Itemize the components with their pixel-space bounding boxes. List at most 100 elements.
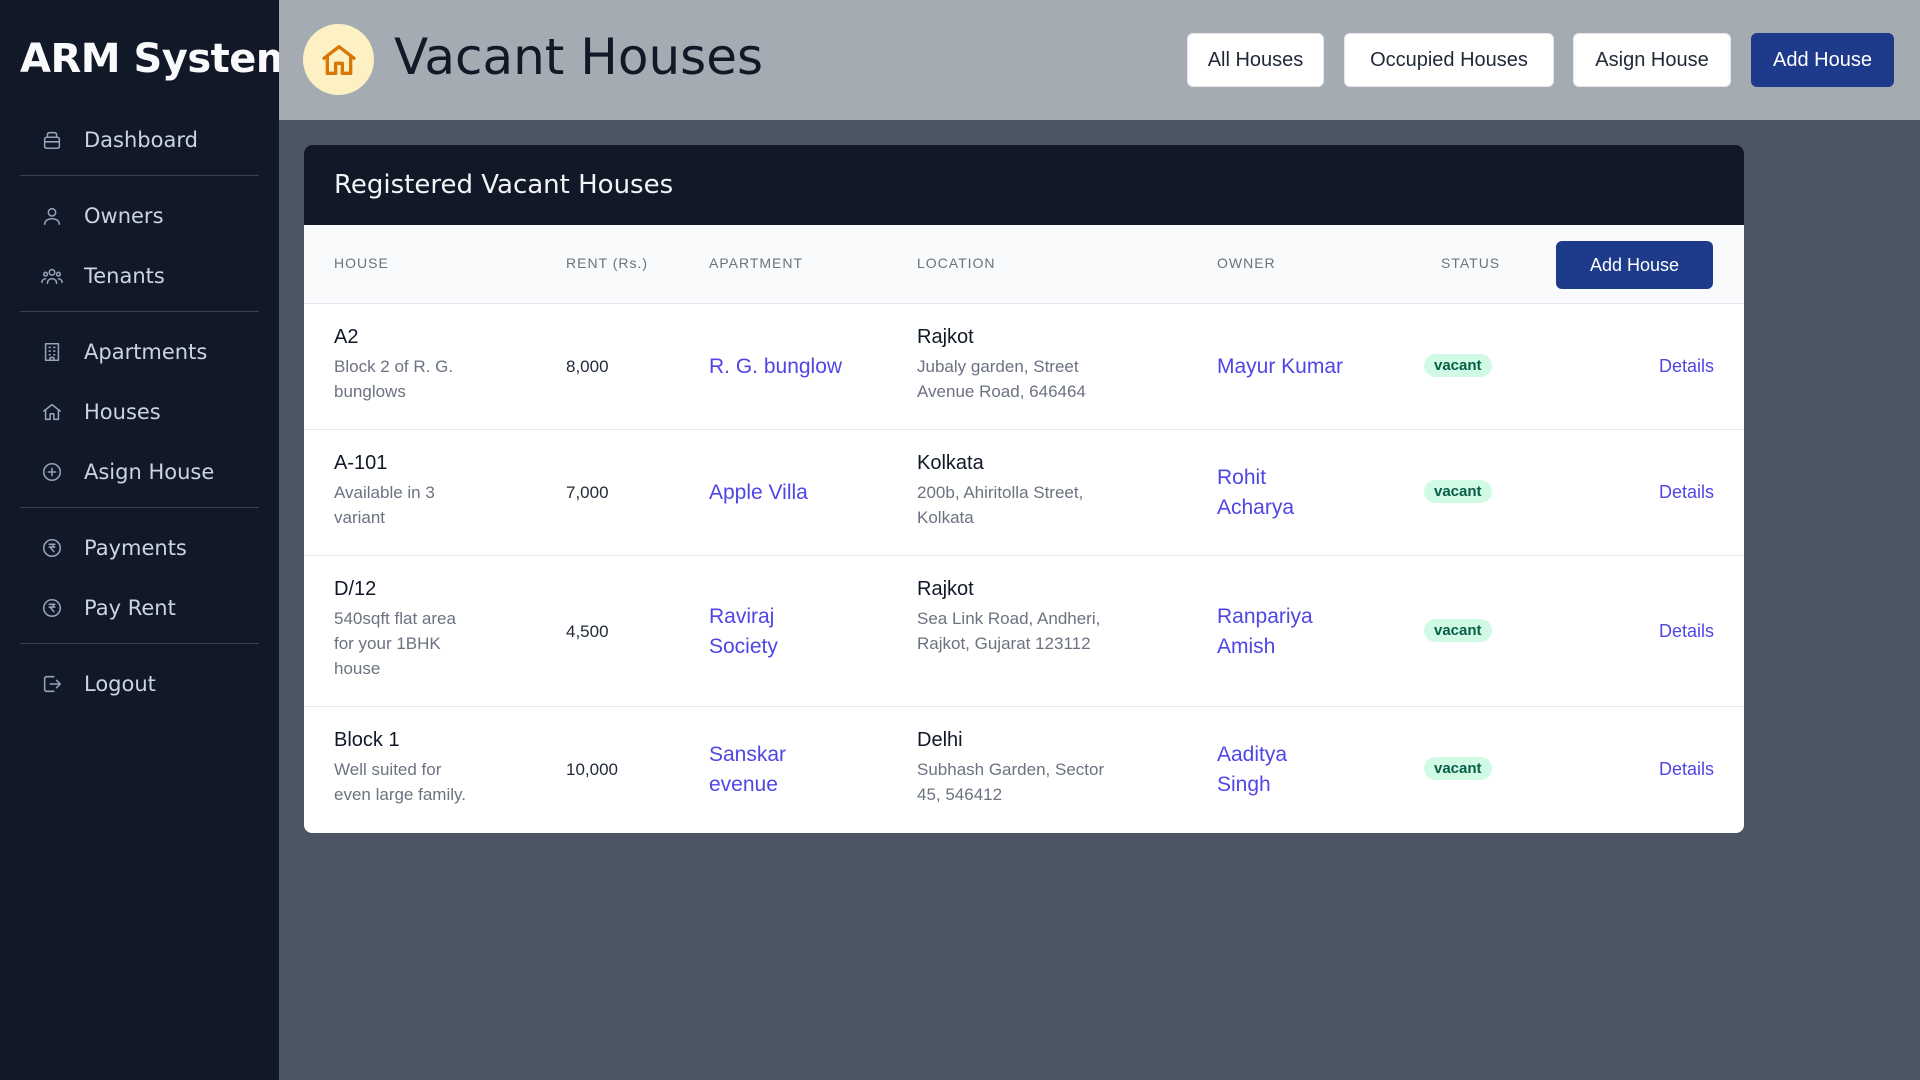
brand-title: ARM System (20, 36, 298, 82)
owner-link[interactable]: Ranpariya Amish (1217, 602, 1313, 662)
table-header: HOUSE RENT (Rs.) APARTMENT LOCATION OWNE… (304, 225, 1744, 304)
rent-value: 10,000 (566, 760, 618, 779)
owner-link-line[interactable]: Acharya (1217, 493, 1294, 523)
table-row: D/12 540sqft flat area for your 1BHK house 4… (304, 556, 1744, 707)
occupied-houses-button[interactable]: Occupied Houses (1344, 33, 1554, 87)
table-body: A2 Block 2 of R. G. bunglows 8,000 R. G. bun… (304, 304, 1744, 833)
house-description-line: house (334, 659, 381, 678)
owner-link-line[interactable]: Singh (1217, 770, 1287, 800)
sidebar-item-pay-rent[interactable]: Pay Rent (20, 583, 259, 633)
owner-link[interactable]: Mayur Kumar (1217, 352, 1343, 382)
sidebar: ARM System Dashboard Owners Tenants Apar… (0, 0, 298, 1080)
location-address-line: Rajkot, Gujarat 123112 (917, 634, 1091, 653)
apartment-link-line[interactable]: Society (709, 632, 778, 662)
sidebar-item-owners[interactable]: Owners (20, 191, 259, 241)
location-city: Rajkot (917, 578, 974, 600)
house-name: D/12 (334, 578, 377, 600)
apartment-link-line[interactable]: R. G. bunglow (709, 352, 842, 382)
location-address: Subhash Garden, Sector 45, 546412 (917, 757, 1104, 807)
location-address-line: Jubaly garden, Street (917, 357, 1079, 376)
location-address-line: 200b, Ahiritolla Street, (917, 483, 1084, 502)
details-link[interactable]: Details (1659, 356, 1714, 377)
sidebar-item-label: Logout (84, 672, 156, 696)
sidebar-item-label: Asign House (84, 460, 215, 484)
location-address-line: Sea Link Road, Andheri, (917, 609, 1101, 628)
sidebar-item-houses[interactable]: Houses (20, 387, 259, 437)
status-badge: vacant (1424, 618, 1492, 642)
house-name: A2 (334, 326, 359, 348)
all-houses-button[interactable]: All Houses (1187, 33, 1324, 87)
location-city: Delhi (917, 729, 963, 751)
location-cell: Kolkata 200b, Ahiritolla Street, Kolkata (917, 452, 1083, 530)
location-cell: Delhi Subhash Garden, Sector 45, 546412 (917, 729, 1104, 807)
divider (20, 507, 259, 508)
location-address-line: Kolkata (917, 508, 974, 527)
owner-link-line[interactable]: Aaditya (1217, 740, 1287, 770)
house-cell: D/12 540sqft flat area for your 1BHK house (334, 578, 456, 681)
location-address: Jubaly garden, Street Avenue Road, 646464 (917, 354, 1086, 404)
users-icon (40, 204, 64, 228)
house-description-line: Well suited for (334, 760, 442, 779)
building-icon (40, 340, 64, 364)
apartment-link[interactable]: Raviraj Society (709, 602, 778, 662)
owner-link-line[interactable]: Ranpariya (1217, 602, 1313, 632)
sidebar-item-payments[interactable]: Payments (20, 523, 259, 573)
asign-house-button[interactable]: Asign House (1573, 33, 1731, 87)
divider (20, 175, 259, 176)
house-description-line: 540sqft flat area (334, 609, 456, 628)
house-description: 540sqft flat area for your 1BHK house (334, 606, 456, 681)
owner-link-line[interactable]: Rohit (1217, 463, 1294, 493)
sidebar-item-apartments[interactable]: Apartments (20, 327, 259, 377)
sidebar-nav: Dashboard Owners Tenants Apartments Hous… (20, 115, 259, 719)
apartment-link[interactable]: Apple Villa (709, 478, 808, 508)
status-cell: vacant (1424, 354, 1492, 377)
details-link[interactable]: Details (1659, 759, 1714, 780)
column-header-apartment: APARTMENT (709, 255, 804, 271)
apartment-link-line[interactable]: Sanskar (709, 740, 786, 770)
apartment-link-line[interactable]: evenue (709, 770, 786, 800)
owner-link-line[interactable]: Amish (1217, 632, 1313, 662)
sidebar-item-tenants[interactable]: Tenants (20, 251, 259, 301)
status-badge: vacant (1424, 354, 1492, 377)
user-group-icon (40, 264, 64, 288)
house-description-line: Available in 3 (334, 483, 435, 502)
status-badge: vacant (1424, 757, 1492, 780)
status-cell: vacant (1424, 618, 1492, 642)
house-name: A-101 (334, 452, 388, 474)
apartment-link-line[interactable]: Raviraj (709, 602, 778, 632)
apartment-link[interactable]: R. G. bunglow (709, 352, 842, 382)
column-header-rent: RENT (Rs.) (566, 255, 649, 271)
details-link[interactable]: Details (1659, 621, 1714, 642)
rent-value: 4,500 (566, 621, 609, 641)
page-header: Vacant Houses All Houses Occupied Houses… (279, 0, 1920, 120)
house-name: Block 1 (334, 729, 400, 751)
status-badge: vacant (1424, 480, 1492, 503)
table-row: Block 1 Well suited for even large family.… (304, 707, 1744, 833)
sidebar-item-logout[interactable]: Logout (20, 659, 259, 709)
house-description-line: for your 1BHK (334, 634, 441, 653)
owner-link[interactable]: Aaditya Singh (1217, 740, 1287, 800)
location-cell: Rajkot Sea Link Road, Andheri, Rajkot, Guj… (917, 578, 1100, 656)
plus-circle-icon (40, 460, 64, 484)
status-cell: vacant (1424, 757, 1492, 780)
house-description-line: bunglows (334, 382, 406, 401)
sidebar-item-dashboard[interactable]: Dashboard (20, 115, 259, 165)
location-address: 200b, Ahiritolla Street, Kolkata (917, 480, 1083, 530)
details-link[interactable]: Details (1659, 482, 1714, 503)
houses-card: Registered Vacant Houses HOUSE RENT (Rs.… (304, 145, 1744, 833)
column-header-house: HOUSE (334, 255, 389, 271)
apartment-link[interactable]: Sanskar evenue (709, 740, 786, 800)
apartment-link-line[interactable]: Apple Villa (709, 478, 808, 508)
table-row: A2 Block 2 of R. G. bunglows 8,000 R. G. bun… (304, 304, 1744, 430)
add-house-button[interactable]: Add House (1556, 241, 1713, 289)
rupee-icon (40, 536, 64, 560)
location-cell: Rajkot Jubaly garden, Street Avenue Road, … (917, 326, 1086, 404)
sidebar-item-asign-house[interactable]: Asign House (20, 447, 259, 497)
owner-link[interactable]: Rohit Acharya (1217, 463, 1294, 523)
add-house-header-button[interactable]: Add House (1751, 33, 1894, 87)
divider (20, 311, 259, 312)
sidebar-item-label: Owners (84, 204, 164, 228)
sidebar-item-label: Houses (84, 400, 161, 424)
location-address-line: Subhash Garden, Sector (917, 760, 1105, 779)
owner-link-line[interactable]: Mayur Kumar (1217, 352, 1343, 382)
